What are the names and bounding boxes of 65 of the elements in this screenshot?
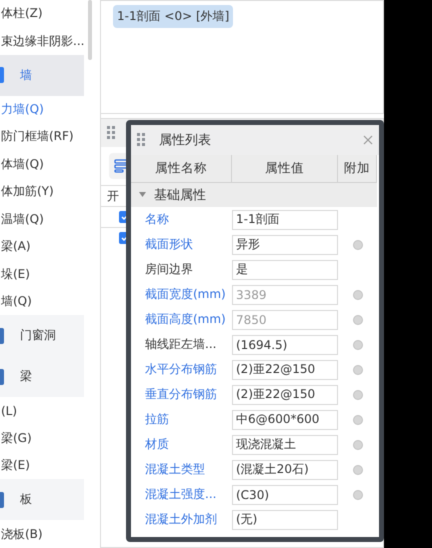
sidebar-item[interactable]: 体加筋(Y) (0, 178, 88, 206)
sidebar-item[interactable]: 力墙(Q) (0, 96, 88, 124)
sidebar-item[interactable]: 梁(A) (0, 232, 88, 260)
attach-radio[interactable] (352, 464, 362, 474)
attach-radio[interactable] (352, 490, 362, 500)
category-icon (0, 368, 4, 385)
sidebar-item[interactable]: 束边缘非阴影... (0, 27, 88, 55)
property-name: 垂直分布钢筋 (144, 386, 218, 403)
property-name: 混凝土强度... (144, 486, 218, 503)
property-name: 混凝土外加剂 (144, 511, 218, 528)
close-icon (363, 135, 373, 145)
sidebar-item[interactable]: 垛(E) (0, 260, 88, 288)
property-value-field[interactable]: (无) (232, 510, 338, 530)
property-value-field[interactable]: (2)亜22@150 (232, 360, 338, 380)
column-header: 开 (107, 188, 119, 204)
drawing-canvas[interactable] (384, 0, 432, 548)
sidebar-item[interactable]: 体墙(Q) (0, 150, 88, 178)
property-value-field[interactable]: 是 (232, 260, 338, 280)
property-value-field[interactable]: (混凝土20石) (232, 460, 338, 480)
category-icon (0, 67, 4, 84)
layers-icon (114, 159, 128, 173)
property-name: 名称 (144, 211, 170, 228)
sidebar-item[interactable]: 温墙(Q) (0, 205, 88, 233)
sidebar-item[interactable]: 体柱(Z) (0, 0, 88, 28)
sidebar-category[interactable]: 墙 (0, 54, 84, 96)
collapse-triangle-icon (139, 192, 146, 198)
property-name: 材质 (144, 436, 170, 453)
sidebar-item[interactable]: 浇板(B) (0, 520, 88, 548)
sidebar-category[interactable]: 梁 (0, 356, 84, 398)
sidebar-item[interactable]: 墙(Q) (0, 288, 88, 316)
property-name: 水平分布钢筋 (144, 361, 218, 378)
property-value-field[interactable]: (C30) (232, 484, 338, 504)
property-value-field[interactable]: 中6@600*600 (232, 410, 338, 430)
property-name: 截面高度(mm) (144, 311, 227, 328)
scrollbar-thumb[interactable] (88, 0, 92, 60)
property-value-field[interactable]: (2)亜22@150 (232, 384, 338, 404)
drag-handle-icon[interactable] (107, 126, 115, 140)
category-icon (0, 492, 4, 508)
group-header[interactable]: 基础属性 (131, 183, 377, 207)
sidebar-item[interactable]: 梁(G) (0, 424, 88, 452)
property-name: 轴线距左墙... (144, 336, 218, 353)
property-name: 截面形状 (144, 236, 194, 253)
sidebar-category[interactable]: 板 (0, 479, 84, 520)
attach-radio[interactable] (352, 414, 362, 424)
property-name: 混凝土类型 (144, 461, 206, 478)
sidebar-category[interactable]: 门窗洞 (0, 315, 84, 356)
attach-radio[interactable] (352, 340, 362, 350)
category-icon (0, 328, 4, 344)
component-tag[interactable]: 1-1剖面 <0> [外墙] (113, 5, 234, 28)
property-value-field[interactable]: 异形 (232, 234, 338, 254)
property-name: 房间边界 (144, 261, 194, 278)
property-value-field[interactable]: (1694.5) (232, 334, 338, 354)
property-name: 拉筋 (144, 411, 170, 428)
sidebar-item[interactable]: 梁(E) (0, 452, 88, 480)
property-value-field[interactable]: 1-1剖面 (232, 210, 338, 230)
attach-radio[interactable] (352, 240, 362, 250)
sidebar-item[interactable]: 防门框墙(RF) (0, 123, 88, 151)
dialog-title: 属性列表 (159, 132, 212, 149)
attach-radio[interactable] (352, 440, 362, 450)
attach-radio[interactable] (352, 390, 362, 400)
property-value-field[interactable]: 现浇混凝土 (232, 434, 338, 454)
attach-radio[interactable] (352, 364, 362, 374)
sidebar-item[interactable]: (L) (0, 397, 88, 425)
drag-handle-icon[interactable] (137, 133, 145, 147)
property-name: 截面宽度(mm) (144, 286, 227, 303)
